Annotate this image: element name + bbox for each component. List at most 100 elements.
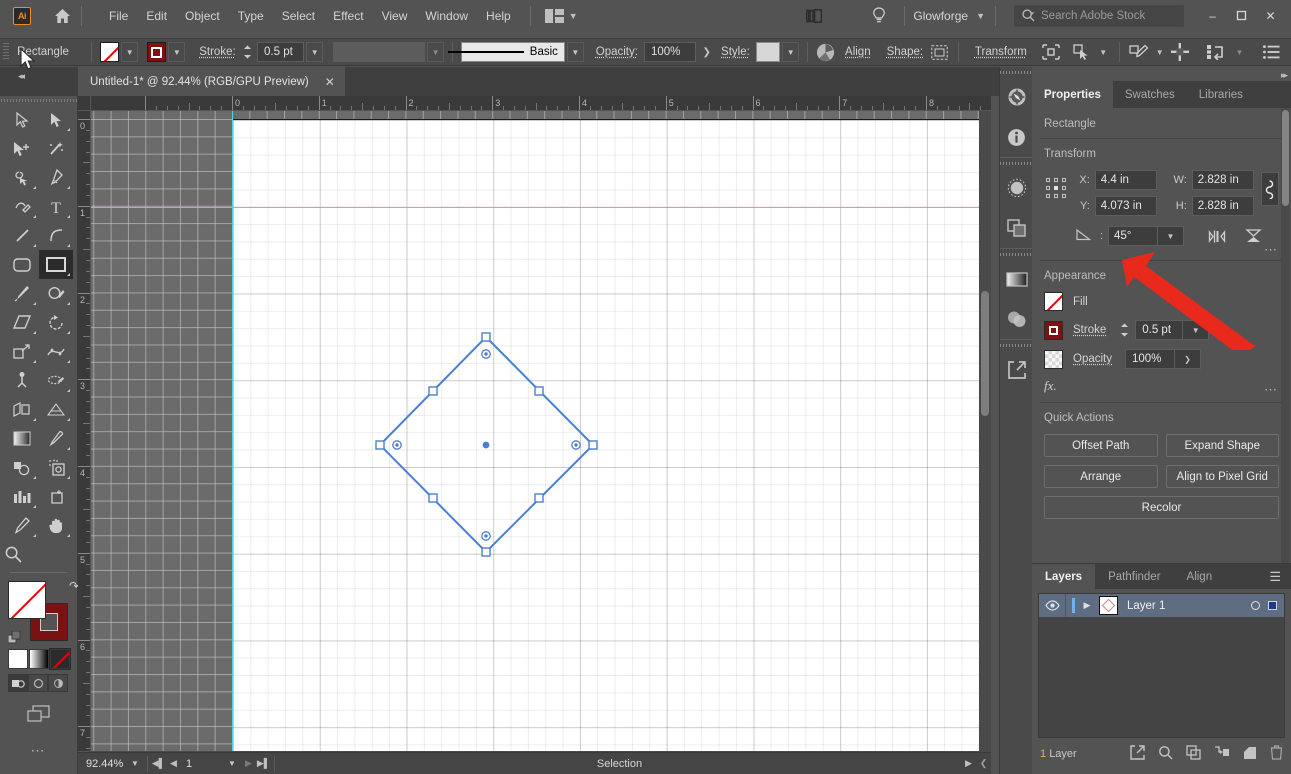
tool-column-graph[interactable] xyxy=(5,482,39,511)
asset-export-icon[interactable] xyxy=(1000,350,1033,390)
create-new-layer-icon[interactable] xyxy=(1243,746,1257,763)
chevron-right-icon[interactable]: ▶ xyxy=(1078,600,1096,611)
toolbar-more-icon[interactable]: ⋯ xyxy=(0,742,77,759)
tool-slice[interactable] xyxy=(5,511,39,540)
tool-perspective-grid[interactable] xyxy=(39,395,73,424)
layers-panel-menu-icon[interactable]: ☰ xyxy=(1269,569,1291,585)
tool-shaper[interactable] xyxy=(39,279,73,308)
select-similar-dropdown-icon[interactable]: ▼ xyxy=(1095,42,1112,62)
workspace-layout-button[interactable]: ▼ xyxy=(545,9,578,23)
close-button[interactable]: ✕ xyxy=(1256,5,1285,27)
menu-file[interactable]: File xyxy=(100,5,137,27)
arrange-documents-icon[interactable] xyxy=(804,6,824,26)
tool-paintbrush[interactable] xyxy=(5,279,39,308)
tab-swatches[interactable]: Swatches xyxy=(1113,81,1187,108)
status-collapse-icon[interactable]: ❮ xyxy=(976,758,991,769)
tool-pen[interactable] xyxy=(39,163,73,192)
layer-select-color-box[interactable] xyxy=(1268,601,1277,610)
vertical-scroll-thumb[interactable] xyxy=(981,291,989,416)
selected-shape-layer[interactable] xyxy=(91,111,991,751)
stroke-weight-dropdown-icon[interactable]: ▼ xyxy=(306,42,323,62)
transparency-icon[interactable] xyxy=(1000,208,1033,248)
zoom-dropdown-icon[interactable]: ▼ xyxy=(126,759,144,768)
none-button[interactable] xyxy=(50,649,70,669)
isolate-selected-icon[interactable] xyxy=(1041,41,1062,63)
edit-toolbar-icon[interactable] xyxy=(1128,41,1149,63)
menu-view[interactable]: View xyxy=(373,5,417,27)
stroke-weight-stepper[interactable] xyxy=(242,42,253,62)
menu-type[interactable]: Type xyxy=(229,5,273,27)
panel-menu-icon[interactable] xyxy=(1259,41,1283,63)
y-input[interactable]: 4.073 in xyxy=(1095,196,1157,216)
x-input[interactable]: 4.4 in xyxy=(1095,170,1157,190)
h-input[interactable]: 2.828 in xyxy=(1192,196,1254,216)
menu-edit[interactable]: Edit xyxy=(137,5,176,27)
table-row[interactable]: ▶ Layer 1 xyxy=(1039,594,1284,617)
previous-artboard-icon[interactable]: ◀ xyxy=(166,758,181,769)
horizontal-ruler[interactable]: 012345678 xyxy=(91,96,991,111)
select-similar-icon[interactable] xyxy=(1072,41,1093,63)
flip-horizontal-icon[interactable] xyxy=(1206,226,1228,246)
discover-bulb-icon[interactable] xyxy=(870,7,888,25)
menu-select[interactable]: Select xyxy=(273,5,324,27)
canvas-vertical-scrollbar[interactable] xyxy=(979,111,991,751)
tool-magic-wand[interactable] xyxy=(39,134,73,163)
search-input[interactable]: Search Adobe Stock xyxy=(1014,5,1184,27)
tab-properties[interactable]: Properties xyxy=(1032,81,1113,108)
workspace-switcher[interactable]: Glowforge ▼ xyxy=(913,9,985,23)
draw-behind-button[interactable] xyxy=(28,674,48,692)
dock-rail-grip[interactable] xyxy=(1000,67,1032,77)
tool-scale[interactable] xyxy=(5,337,39,366)
brush-dropdown-icon[interactable]: ▼ xyxy=(567,42,584,62)
vertical-ruler[interactable]: 01234567 xyxy=(78,111,91,751)
tool-eraser[interactable] xyxy=(5,308,39,337)
tool-shape-builder[interactable] xyxy=(5,395,39,424)
color-guide-icon[interactable] xyxy=(1000,299,1033,339)
screen-mode-icon[interactable] xyxy=(22,702,56,726)
layer-target-icon[interactable] xyxy=(1251,601,1260,610)
panel-collapse-icon[interactable]: ▸▸ xyxy=(1281,70,1286,81)
delete-layer-icon[interactable] xyxy=(1270,745,1283,763)
tool-group-selection[interactable] xyxy=(5,134,39,163)
last-artboard-icon[interactable]: ▶▌ xyxy=(256,758,271,769)
gradient-button[interactable] xyxy=(29,649,49,669)
stroke-weight-value[interactable]: 0.5 pt xyxy=(257,42,304,62)
graphic-style-swatch[interactable] xyxy=(756,42,781,62)
tool-symbol-sprayer[interactable] xyxy=(39,453,73,482)
brush-definition-field[interactable]: Basic xyxy=(461,42,565,62)
locate-object-icon[interactable] xyxy=(1130,745,1145,763)
opacity-options-icon[interactable]: ❯ xyxy=(698,42,715,62)
draw-inside-button[interactable] xyxy=(48,674,68,692)
rotation-dropdown-icon[interactable]: ▼ xyxy=(1158,226,1184,246)
navigator-icon[interactable] xyxy=(1000,77,1033,117)
create-new-sublayer-icon[interactable] xyxy=(1214,745,1230,763)
first-artboard-icon[interactable]: ◀▌ xyxy=(151,758,166,769)
tabbar-collapse-left-icon[interactable]: ◂◂ xyxy=(18,71,23,82)
offset-path-button[interactable]: Offset Path xyxy=(1044,434,1158,457)
appearance-more-options-icon[interactable]: ⋯ xyxy=(1264,382,1279,398)
menu-object[interactable]: Object xyxy=(176,5,229,27)
align-label[interactable]: Align xyxy=(845,46,871,58)
make-clipping-mask-icon[interactable] xyxy=(1186,745,1201,763)
transform-label[interactable]: Transform xyxy=(975,46,1027,58)
tool-blend[interactable] xyxy=(5,453,39,482)
dock-rail-grip-4[interactable] xyxy=(1000,340,1032,350)
color-button[interactable] xyxy=(8,649,28,669)
recolor-artwork-icon[interactable] xyxy=(816,42,835,62)
align-to-pixel-grid-button[interactable]: Align to Pixel Grid xyxy=(1166,465,1280,488)
w-input[interactable]: 2.828 in xyxy=(1192,170,1254,190)
tool-eyedropper[interactable] xyxy=(39,424,73,453)
home-icon[interactable] xyxy=(53,7,71,25)
opacity-options-panel-icon[interactable]: ❯ xyxy=(1175,349,1201,369)
flip-vertical-icon[interactable] xyxy=(1242,226,1264,246)
menu-window[interactable]: Window xyxy=(416,5,477,27)
fill-dropdown-icon[interactable]: ▼ xyxy=(121,42,138,62)
stroke-color-swatch[interactable] xyxy=(147,42,166,62)
expand-shape-button[interactable]: Expand Shape xyxy=(1166,434,1280,457)
transform-more-options-icon[interactable]: ⋯ xyxy=(1264,242,1279,258)
tool-rotate[interactable] xyxy=(39,308,73,337)
tab-pathfinder[interactable]: Pathfinder xyxy=(1095,564,1173,589)
appearance-icon[interactable] xyxy=(1000,168,1033,208)
tool-artboard[interactable] xyxy=(39,482,73,511)
tool-direct-selection[interactable] xyxy=(39,105,73,134)
